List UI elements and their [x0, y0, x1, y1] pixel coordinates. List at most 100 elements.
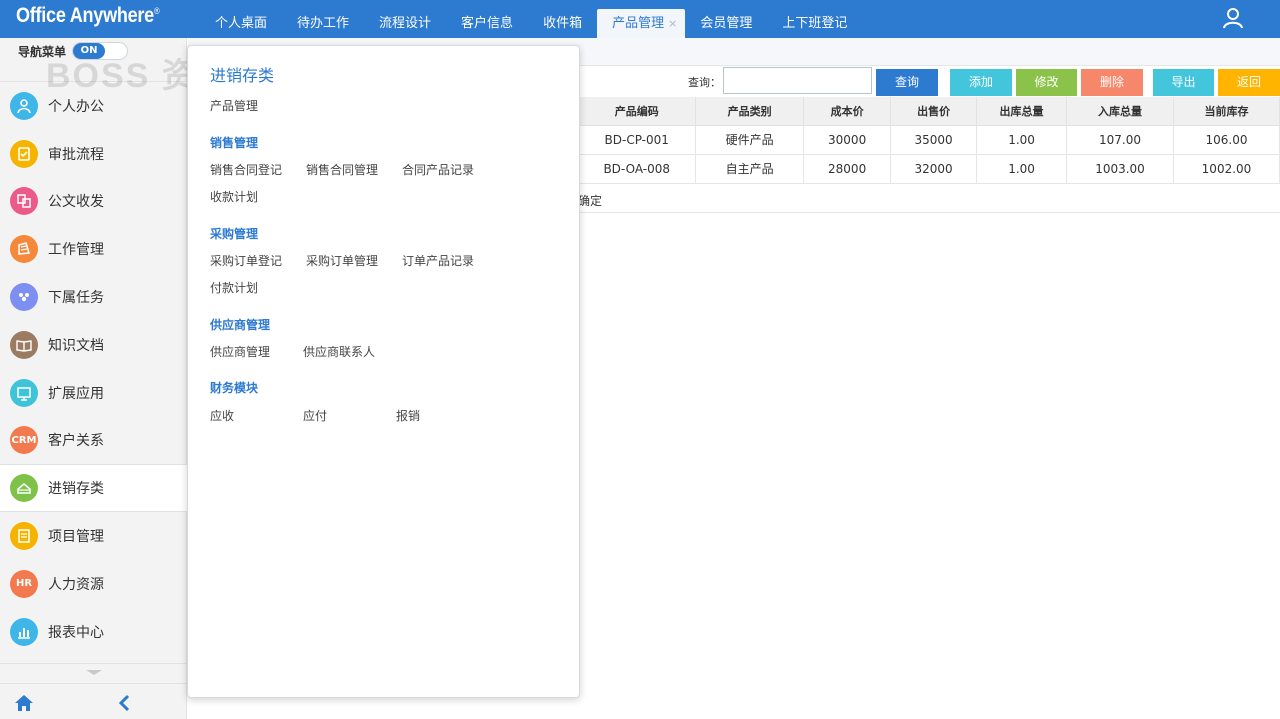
tab-attendance[interactable]: 上下班登记: [767, 9, 862, 38]
table-cell: 30000: [803, 125, 892, 155]
link-supplier-manage[interactable]: 供应商管理: [210, 343, 270, 360]
section-sales-management: 销售管理: [210, 136, 259, 150]
delete-button[interactable]: 删除: [1081, 69, 1143, 96]
inventory-submenu-popup: 进销存类 产品管理 销售管理 销售合同登记 销售合同管理 合同产品记录 收款计划…: [187, 45, 580, 698]
link-collection-plan[interactable]: 收款计划: [210, 188, 258, 205]
link-sales-contract-manage[interactable]: 销售合同管理: [306, 161, 378, 178]
link-contract-product-record[interactable]: 合同产品记录: [402, 161, 474, 178]
document-exchange-icon: [10, 187, 38, 216]
crm-icon: CRM: [10, 426, 38, 455]
table-header-cell[interactable]: 出售价: [890, 97, 978, 126]
sidebar-item-hr[interactable]: HR 人力资源: [0, 560, 187, 608]
sidebar-item-extension[interactable]: 扩展应用: [0, 369, 187, 417]
table-cell: BD-CP-001: [577, 125, 697, 155]
tab-product-management-label: 产品管理: [612, 16, 665, 31]
app-logo: Office Anywhere®: [16, 4, 160, 27]
sidebar: BOSS 资源 导航菜单 ON 个人办公审批流程公文收发工作管理下属任务知识文档…: [0, 38, 232, 719]
sidebar-item-inventory[interactable]: 进销存类: [0, 464, 187, 513]
tab-inbox[interactable]: 收件箱: [528, 9, 597, 38]
user-icon[interactable]: [1222, 7, 1244, 29]
search-label: 查询：: [688, 76, 721, 89]
sidebar-item-label: 下属任务: [48, 290, 104, 307]
search-input[interactable]: [723, 67, 872, 94]
add-button[interactable]: 添加: [950, 69, 1012, 96]
sidebar-menu: 个人办公审批流程公文收发工作管理下属任务知识文档扩展应用 CRM 客户关系进销存类项…: [0, 82, 187, 656]
sidebar-item-label: 工作管理: [48, 242, 104, 259]
table-header-cell[interactable]: 入库总量: [1066, 97, 1174, 126]
search-button[interactable]: 查询: [876, 69, 938, 96]
tab-product-management[interactable]: 产品管理 ×: [597, 9, 686, 38]
nav-toggle-row: BOSS 资源 导航菜单 ON: [0, 38, 232, 95]
sidebar-item-person[interactable]: 个人办公: [0, 82, 187, 130]
menu-icon-glyph: HR: [15, 578, 33, 590]
chevron-left-icon[interactable]: [117, 694, 133, 712]
top-bar: Office Anywhere® 个人桌面 待办工作 流程设计 客户信息 收件箱…: [0, 0, 1280, 38]
sidebar-item-approval[interactable]: 审批流程: [0, 130, 187, 178]
table-cell: 自主产品: [695, 154, 805, 184]
table-cell: 32000: [890, 154, 978, 184]
table-cell: 28000: [803, 154, 892, 184]
table-header-cell[interactable]: 当前库存: [1173, 97, 1280, 126]
tab-workflow-design[interactable]: 流程设计: [364, 9, 446, 38]
sidebar-bottom-bar: [0, 683, 187, 719]
sidebar-item-label: 扩展应用: [48, 385, 104, 402]
chevron-down-icon: [86, 670, 102, 675]
sidebar-item-label: 报表中心: [48, 624, 104, 641]
table-cell: 1002.00: [1173, 154, 1280, 184]
tab-pending-work[interactable]: 待办工作: [282, 9, 364, 38]
link-supplier-contacts[interactable]: 供应商联系人: [303, 343, 375, 360]
sidebar-item-label: 客户关系: [48, 433, 104, 450]
extension-icon: [10, 378, 38, 407]
sidebar-item-document-exchange[interactable]: 公文收发: [0, 178, 187, 226]
sidebar-item-work[interactable]: 工作管理: [0, 225, 187, 273]
table-header-cell[interactable]: 成本价: [803, 97, 892, 126]
tab-close-icon[interactable]: ×: [668, 17, 677, 30]
link-sales-contract-register[interactable]: 销售合同登记: [210, 161, 282, 178]
table-header-cell[interactable]: 出库总量: [976, 97, 1068, 126]
nav-toggle-label: 导航菜单: [18, 45, 67, 59]
tab-personal-desktop[interactable]: 个人桌面: [200, 9, 282, 38]
section-finance-module: 财务模块: [210, 381, 259, 395]
sidebar-item-book[interactable]: 知识文档: [0, 321, 187, 369]
sidebar-item-label: 审批流程: [48, 146, 104, 163]
sidebar-item-label: 项目管理: [48, 529, 104, 546]
sidebar-item-project[interactable]: 项目管理: [0, 512, 187, 560]
table-cell: 硬件产品: [695, 125, 805, 155]
sidebar-item-label: 公文收发: [48, 194, 104, 211]
menu-icon-glyph: CRM: [11, 434, 37, 446]
link-purchase-order-register[interactable]: 采购订单登记: [210, 252, 282, 269]
nav-menu-toggle[interactable]: ON: [72, 42, 128, 60]
work-icon: [10, 235, 38, 264]
sidebar-scroll-down[interactable]: [0, 663, 187, 683]
table-header-cell[interactable]: 产品编码: [577, 97, 697, 126]
inventory-icon: [10, 474, 38, 503]
sidebar-item-crm[interactable]: CRM 客户关系: [0, 417, 187, 465]
book-icon: [10, 330, 38, 359]
link-order-product-record[interactable]: 订单产品记录: [402, 252, 474, 269]
link-reimbursement[interactable]: 报销: [396, 407, 420, 424]
toggle-on-label: ON: [73, 43, 105, 59]
report-chart-icon: [10, 617, 38, 646]
popup-title: 进销存类: [210, 66, 275, 85]
sidebar-item-label: 进销存类: [48, 481, 104, 498]
footer-confirm-text[interactable]: 确定: [578, 192, 602, 209]
edit-button[interactable]: 修改: [1016, 69, 1077, 96]
sidebar-item-team[interactable]: 下属任务: [0, 273, 187, 321]
link-payables[interactable]: 应付: [303, 407, 327, 424]
home-icon[interactable]: [14, 693, 34, 713]
tab-member-management[interactable]: 会员管理: [685, 9, 767, 38]
link-receivables[interactable]: 应收: [210, 407, 234, 424]
back-button[interactable]: 返回: [1218, 69, 1280, 96]
sidebar-item-label: 人力资源: [48, 576, 104, 593]
export-button[interactable]: 导出: [1153, 69, 1214, 96]
sidebar-item-report-chart[interactable]: 报表中心: [0, 608, 187, 656]
link-payment-plan[interactable]: 付款计划: [210, 279, 258, 296]
top-nav: 个人桌面 待办工作 流程设计 客户信息 收件箱 产品管理 × 会员管理 上下班登记: [200, 9, 862, 38]
team-icon: [10, 283, 38, 312]
link-product-management[interactable]: 产品管理: [210, 97, 258, 114]
link-purchase-order-manage[interactable]: 采购订单管理: [306, 252, 378, 269]
hr-icon: HR: [10, 569, 38, 598]
table-header-cell[interactable]: 产品类别: [695, 97, 805, 126]
approval-icon: [10, 139, 38, 168]
tab-customer-info[interactable]: 客户信息: [446, 9, 528, 38]
